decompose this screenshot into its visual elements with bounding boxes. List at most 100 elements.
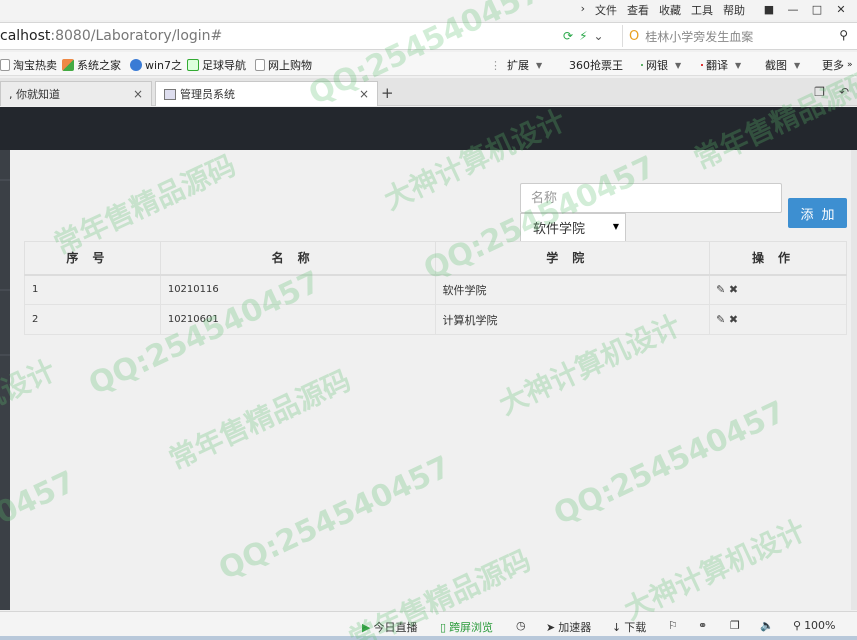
delete-icon[interactable]: ✖ <box>729 283 738 296</box>
cell-actions: ✎ ✖ <box>709 274 847 305</box>
cell-college: 计算机学院 <box>434 304 711 335</box>
close-icon[interactable]: × <box>359 87 369 101</box>
table-row: 2 10210601 计算机学院 ✎ ✖ <box>24 304 847 335</box>
menu-favorites[interactable]: 收藏 <box>659 2 681 18</box>
header-actions: 操作 <box>709 241 847 276</box>
name-input[interactable] <box>520 183 782 213</box>
close-icon[interactable]: ✕ <box>829 0 853 18</box>
chevron-down-icon[interactable]: ⌄ <box>594 29 604 43</box>
tab-label: 管理员系统 <box>180 88 235 101</box>
new-tab-icon[interactable]: + <box>381 84 394 102</box>
toolbar-screenshot[interactable]: 截图 ▼ <box>762 57 800 73</box>
zoom-level: 100% <box>804 619 836 632</box>
status-label: 今日直播 <box>373 621 418 634</box>
college-select[interactable]: 软件学院 ▼ <box>520 213 626 242</box>
bookmark-label: win7之 <box>145 59 183 72</box>
search-engine-icon[interactable]: O <box>629 29 639 44</box>
toolbar-extensions[interactable]: ⋮ 扩展 ▼ <box>490 57 542 73</box>
bookmark-taobao[interactable]: 淘宝热卖 <box>0 57 57 73</box>
cell-index: 2 <box>24 304 161 335</box>
table-row: 1 10210116 软件学院 ✎ ✖ <box>24 274 847 305</box>
grip-icon: ⋮ <box>490 58 501 72</box>
clock-icon: ◷ <box>516 619 526 632</box>
college-select-value: 软件学院 <box>533 222 586 237</box>
status-clock[interactable]: ◷ <box>516 619 526 632</box>
flag-icon: ⚐ <box>668 619 678 632</box>
main-content: 软件学院 ▼ 添加 序号 名称 学院 操作 1 10210116 软件学院 ✎ … <box>10 150 851 610</box>
menu-more-icon[interactable]: › <box>581 2 585 18</box>
windows-icon <box>62 59 74 71</box>
chevron-down-icon: ▼ <box>735 60 742 70</box>
search-input[interactable]: 桂林小学旁发生血案 <box>645 28 753 45</box>
cell-name: 10210601 <box>159 304 436 335</box>
search-box[interactable]: O 桂林小学旁发生血案 ⚲ <box>622 25 854 47</box>
window-icon: ❐ <box>730 619 740 632</box>
menu-tools[interactable]: 工具 <box>691 2 713 18</box>
url-field[interactable]: calhost:8080/Laboratory/login# <box>0 28 222 44</box>
toolbar-ticket[interactable]: 360抢票王 <box>566 57 623 73</box>
undo-icon[interactable]: ↶ <box>839 85 849 99</box>
toolbar-label: 翻译 <box>706 59 728 72</box>
scrollbar-track[interactable] <box>851 150 857 610</box>
shirt-icon[interactable]: ■ <box>757 0 781 18</box>
status-download[interactable]: ↓ 下载 <box>612 619 646 635</box>
restore-tab-icon[interactable]: ❐ <box>814 85 825 99</box>
edit-icon[interactable]: ✎ <box>716 313 725 326</box>
minimize-icon[interactable]: — <box>781 0 805 18</box>
phone-icon: ▯ <box>440 620 447 634</box>
header-college: 学院 <box>434 241 711 276</box>
edit-icon[interactable]: ✎ <box>716 283 725 296</box>
status-zoom[interactable]: ⚲ 100% <box>793 619 836 632</box>
add-button[interactable]: 添加 <box>788 198 847 228</box>
menu-view[interactable]: 查看 <box>627 2 649 18</box>
tab-tools: ❐ ↶ <box>814 85 849 99</box>
tab-admin-system[interactable]: 管理员系统 × <box>155 81 378 106</box>
bookmark-win7[interactable]: win7之 <box>130 57 182 73</box>
status-ie[interactable]: ⚭ <box>698 619 707 632</box>
cell-college: 软件学院 <box>434 274 711 305</box>
status-crossscreen[interactable]: ▯ 跨屏浏览 <box>440 619 493 635</box>
toolbar-more[interactable]: 更多 » <box>822 57 853 73</box>
bookmark-label: 淘宝热卖 <box>13 59 57 72</box>
toolbar-translate[interactable]: 翻译 ▼ <box>701 57 741 73</box>
menu-help[interactable]: 帮助 <box>723 2 745 18</box>
college-table: 序号 名称 学院 操作 1 10210116 软件学院 ✎ ✖ 2 102106… <box>24 241 847 335</box>
lightning-icon[interactable]: ⚡ <box>579 29 587 43</box>
bookmark-label: 足球导航 <box>202 59 246 72</box>
header-index: 序号 <box>24 241 161 276</box>
sidebar-dividers <box>0 179 10 356</box>
page-icon <box>164 88 176 100</box>
header-name: 名称 <box>159 241 436 276</box>
refresh-icon[interactable]: ⟳ <box>563 29 573 43</box>
toolbar-bank[interactable]: 网银 ▼ <box>641 57 681 73</box>
maximize-icon[interactable]: □ <box>805 0 829 18</box>
bookmark-xitong[interactable]: 系统之家 <box>62 57 121 73</box>
taskbar-strip <box>0 636 857 640</box>
tab-previous[interactable]: , 你就知道 × <box>0 81 152 106</box>
status-window[interactable]: ❐ <box>730 619 740 632</box>
tab-label: , 你就知道 <box>9 88 60 101</box>
tabs-bar: , 你就知道 × 管理员系统 × + ❐ ↶ <box>0 78 857 106</box>
bank-icon <box>641 64 643 66</box>
speaker-icon: 🔈 <box>760 619 774 632</box>
bookmark-football[interactable]: 足球导航 <box>187 57 246 73</box>
menu-file[interactable]: 文件 <box>595 2 617 18</box>
bookmarks-bar: 淘宝热卖 系统之家 win7之 足球导航 网上购物 ⋮ 扩展 ▼ 360抢票王 … <box>0 52 857 76</box>
delete-icon[interactable]: ✖ <box>729 313 738 326</box>
cell-index: 1 <box>24 274 161 305</box>
ie-icon <box>130 59 142 71</box>
toolbar-label: 截图 <box>765 59 787 72</box>
chevron-down-icon: ▼ <box>794 60 801 70</box>
close-icon[interactable]: × <box>133 87 143 101</box>
bookmark-label: 系统之家 <box>77 59 121 72</box>
status-live[interactable]: ▶ 今日直播 <box>362 619 417 635</box>
search-icon[interactable]: ⚲ <box>839 28 848 42</box>
status-sound[interactable]: 🔈 <box>760 619 774 632</box>
status-flag[interactable]: ⚐ <box>668 619 678 632</box>
bookmark-shopping[interactable]: 网上购物 <box>255 57 312 73</box>
football-icon <box>187 59 199 71</box>
zoom-icon: ⚲ <box>793 619 802 632</box>
status-accelerator[interactable]: ➤ 加速器 <box>546 619 591 635</box>
status-label: 跨屏浏览 <box>449 621 494 634</box>
page-header <box>0 107 857 150</box>
